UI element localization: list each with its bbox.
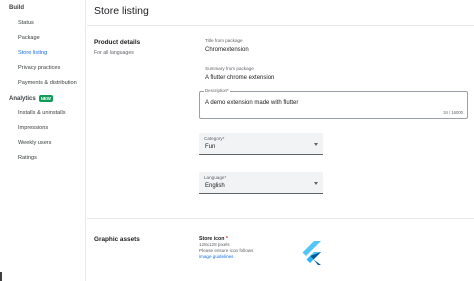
- sidebar-item-package[interactable]: Package: [18, 35, 40, 41]
- sidebar-item-impressions[interactable]: Impressions: [18, 125, 48, 131]
- new-badge: NEW: [38, 95, 53, 102]
- sidebar-item-weekly-users[interactable]: Weekly users: [18, 140, 51, 146]
- page-title: Store listing: [94, 5, 149, 17]
- graphic-assets-heading: Graphic assets: [94, 236, 140, 243]
- section-divider: [87, 218, 474, 219]
- sidebar-item-status[interactable]: Status: [18, 20, 34, 26]
- edge-marker: [0, 272, 2, 281]
- main-content: Store listing Product details For all la…: [87, 0, 474, 281]
- sidebar-item-store-listing[interactable]: Store listing: [18, 50, 47, 56]
- description-value[interactable]: A demo extension made with flutter: [205, 100, 298, 106]
- analytics-heading[interactable]: Analytics NEW: [9, 95, 53, 102]
- sidebar-item-ratings[interactable]: Ratings: [18, 155, 37, 161]
- description-counter: 34 / 16000: [443, 110, 463, 115]
- title-divider: [87, 25, 474, 26]
- category-label: Category*: [204, 136, 225, 141]
- sidebar-nav: Build Status Package Store listing Priva…: [0, 0, 86, 281]
- description-field[interactable]: Description* A demo extension made with …: [199, 88, 468, 119]
- summary-from-package-value: A flutter chrome extension: [205, 75, 275, 81]
- product-details-subheading: For all languages: [94, 50, 134, 56]
- sidebar-item-privacy-practices[interactable]: Privacy practices: [18, 65, 60, 71]
- title-from-package-label: Title from package: [205, 38, 243, 43]
- category-value: Fun: [205, 144, 216, 150]
- build-heading: Build: [9, 5, 24, 11]
- language-value: English: [205, 183, 225, 189]
- sidebar-item-installs-uninstalls[interactable]: Installs & uninstalls: [18, 110, 66, 116]
- store-icon-size: 128x128 pixels: [199, 242, 230, 247]
- store-icon-hint: Please ensure icon follows: [199, 248, 254, 253]
- product-details-heading: Product details: [94, 39, 141, 46]
- chevron-down-icon: [314, 143, 318, 146]
- category-select[interactable]: Category* Fun: [199, 133, 323, 155]
- chevron-down-icon: [314, 182, 318, 185]
- flutter-logo-icon[interactable]: [302, 241, 322, 265]
- analytics-heading-label: Analytics: [9, 96, 36, 103]
- image-guidelines-link[interactable]: image guidelines: [199, 254, 233, 259]
- language-select[interactable]: Language* English: [199, 172, 323, 194]
- language-label: Language*: [204, 175, 227, 180]
- title-from-package-value: Chromextension: [205, 47, 249, 53]
- sidebar-item-payments-distribution[interactable]: Payments & distribution: [18, 80, 77, 86]
- summary-from-package-label: Summary from package: [205, 66, 254, 71]
- description-label: Description*: [204, 88, 230, 93]
